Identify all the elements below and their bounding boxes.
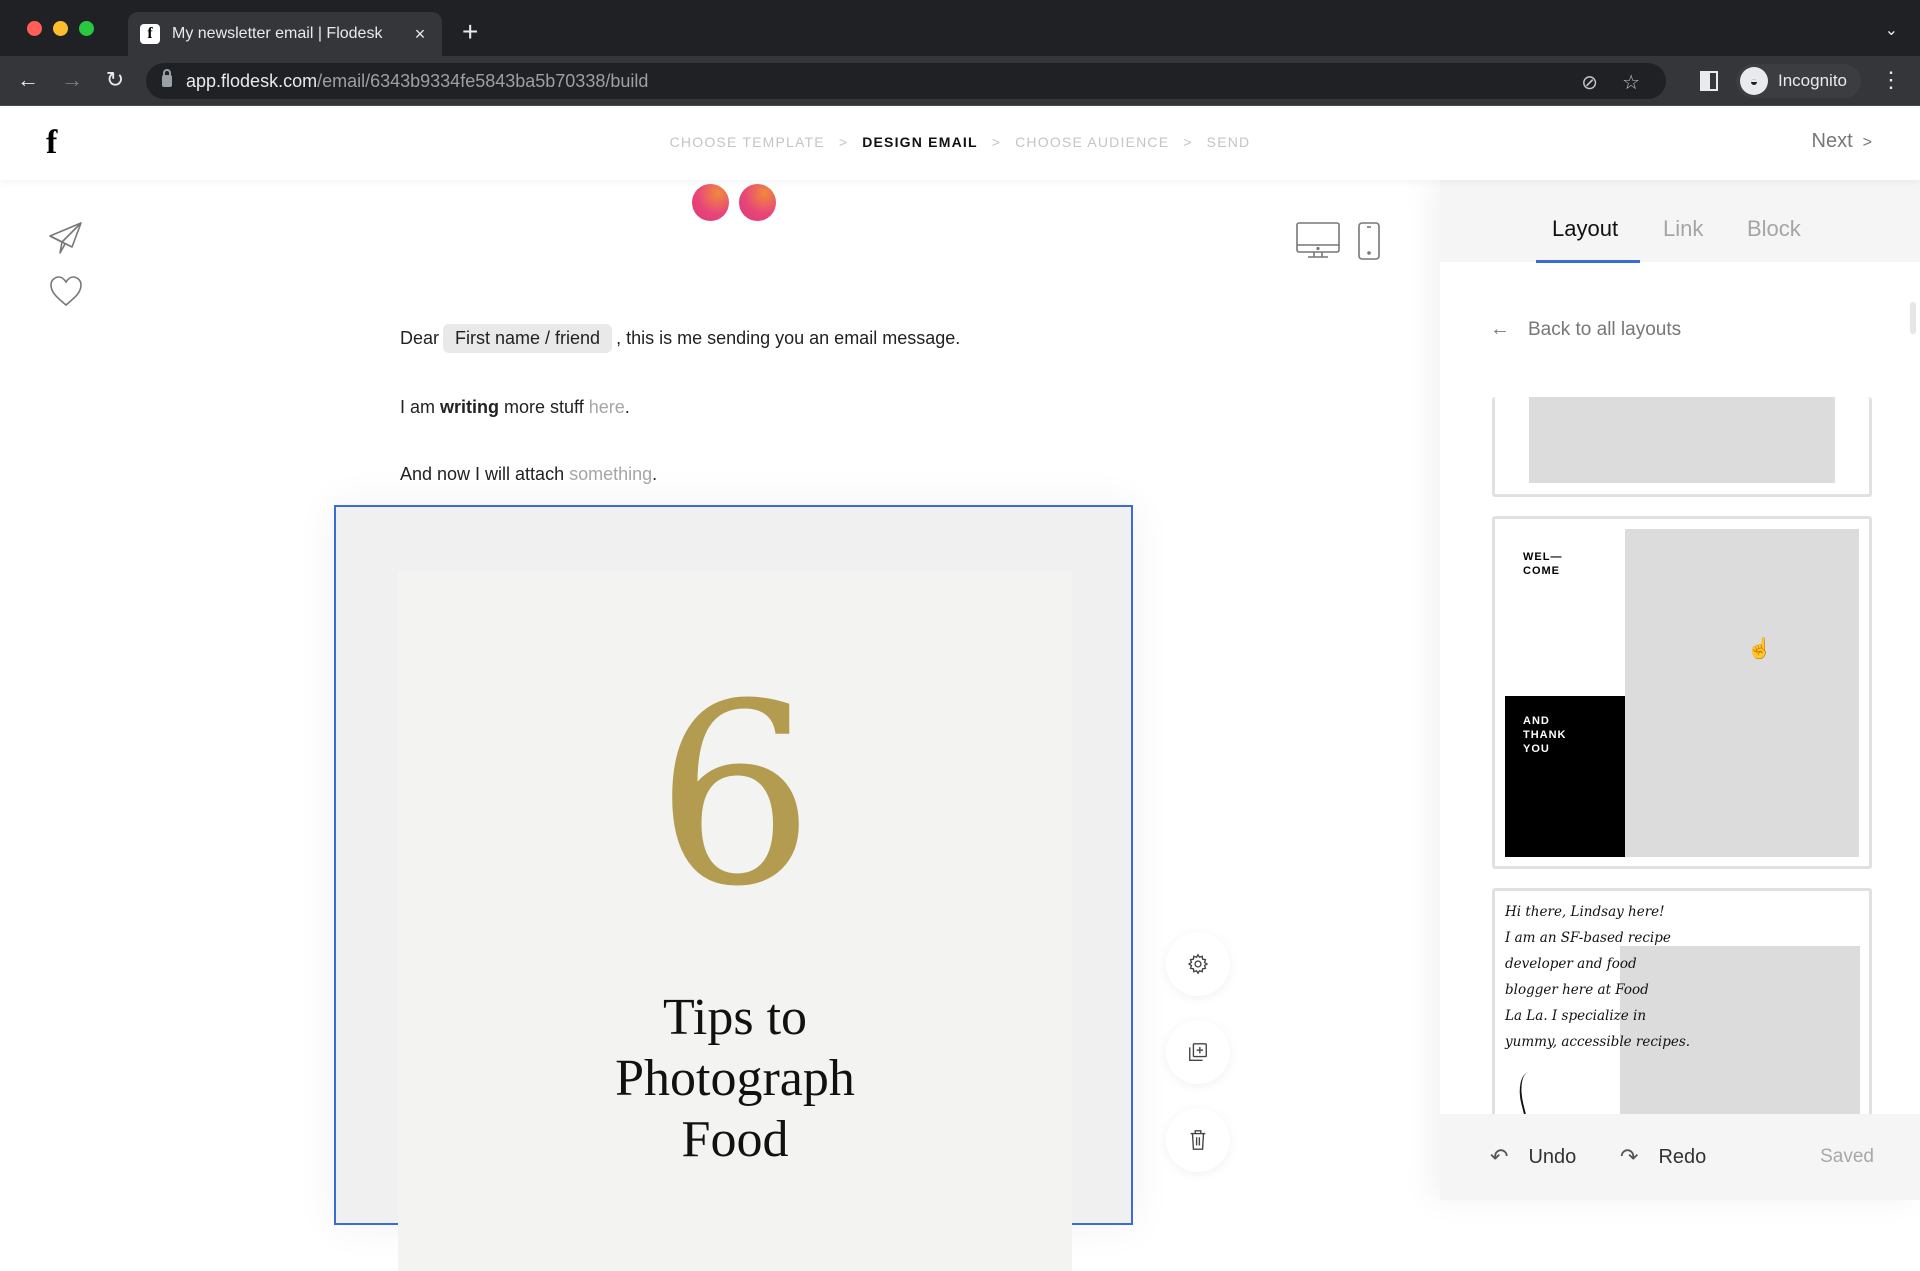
back-to-all-layouts-link[interactable]: ← Back to all layouts xyxy=(1490,318,1681,341)
undo-button[interactable]: ↶ Undo xyxy=(1490,1144,1576,1170)
line3-prefix: And now I will attach xyxy=(400,464,570,484)
incognito-label: Incognito xyxy=(1778,71,1847,90)
line2-prefix: I am xyxy=(400,397,441,417)
forward-button[interactable]: → xyxy=(58,66,86,94)
browser-menu-icon[interactable]: ⋮ xyxy=(1880,66,1902,94)
url-host: app.flodesk.com xyxy=(186,70,318,91)
headline-line: Tips to xyxy=(662,989,808,1046)
delete-block-button[interactable] xyxy=(1166,1108,1230,1172)
flodesk-favicon-icon: f xyxy=(140,24,160,44)
side-panel-icon[interactable] xyxy=(1700,71,1718,91)
step-send[interactable]: SEND xyxy=(1207,134,1251,150)
panel-footer: ↶ Undo ↷ Redo Saved xyxy=(1440,1114,1920,1200)
first-name-merge-tag[interactable]: First name / friend xyxy=(443,324,613,353)
brand-dot-right xyxy=(739,184,776,221)
incognito-profile-button[interactable]: ◒ Incognito xyxy=(1736,64,1861,98)
tab-link[interactable]: Link xyxy=(1663,216,1703,242)
layout-inner-card: 6 Tips to Photograph Food xyxy=(398,571,1072,1271)
undo-label: Undo xyxy=(1528,1145,1577,1168)
chevron-right-icon: > xyxy=(1862,134,1872,151)
browser-tab[interactable]: f My newsletter email | Flodesk × xyxy=(128,12,442,56)
tab-layout[interactable]: Layout xyxy=(1552,216,1618,242)
step-design-email[interactable]: DESIGN EMAIL xyxy=(862,134,978,150)
address-bar[interactable]: app.flodesk.com/email/6343b9334fe5843ba5… xyxy=(146,63,1666,99)
close-tab-icon[interactable]: × xyxy=(410,24,430,45)
reload-button[interactable]: ↻ xyxy=(101,66,129,94)
block-headline[interactable]: Tips to Photograph Food xyxy=(398,987,1072,1170)
step-separator: > xyxy=(1183,134,1193,150)
line2-suffix: . xyxy=(624,397,630,417)
redo-icon: ↷ xyxy=(1620,1144,1639,1169)
duplicate-icon xyxy=(1189,1043,1207,1061)
brand-mark xyxy=(692,184,776,221)
greeting-prefix: Dear xyxy=(400,328,440,348)
headline-line: Food xyxy=(681,1111,789,1168)
layout-option-card[interactable] xyxy=(1492,397,1872,497)
image-placeholder xyxy=(1625,529,1859,857)
email-line-writing[interactable]: I am writing more stuff here. xyxy=(400,397,630,418)
desktop-view-button[interactable] xyxy=(1296,222,1340,265)
browser-toolbar: ← → ↻ app.flodesk.com/email/6343b9334fe5… xyxy=(0,56,1920,106)
url-path: /email/6343b9334fe5843ba5b70338/build xyxy=(317,70,649,91)
new-tab-button[interactable]: + xyxy=(462,17,478,47)
mobile-view-button[interactable] xyxy=(1358,222,1380,265)
welcome-label: WEL— COME xyxy=(1523,551,1563,577)
active-tab-indicator xyxy=(1536,260,1640,263)
back-button[interactable]: ← xyxy=(14,66,42,94)
undo-icon: ↶ xyxy=(1490,1144,1509,1169)
hand-cursor-icon: ☝ xyxy=(1747,638,1772,660)
app-header: f CHOOSE TEMPLATE > DESIGN EMAIL > CHOOSE AU… xyxy=(0,106,1920,180)
tip-count-number: 6 xyxy=(655,650,815,941)
step-choose-audience[interactable]: CHOOSE AUDIENCE xyxy=(1015,134,1169,150)
panel-tabs: Layout Link Block xyxy=(1440,180,1920,263)
duplicate-block-button[interactable] xyxy=(1166,1020,1230,1084)
tab-block[interactable]: Block xyxy=(1747,216,1801,242)
bookmark-star-icon[interactable]: ☆ xyxy=(1622,70,1640,95)
panel-scrollbar[interactable] xyxy=(1910,302,1916,334)
brand-dot-left xyxy=(692,184,729,221)
heart-icon[interactable] xyxy=(48,274,84,310)
handwritten-intro-text: Hi there, Lindsay here! I am an SF-based… xyxy=(1505,904,1691,1050)
tab-list-chevron-icon[interactable]: ⌄ xyxy=(1885,20,1898,40)
line2-middle: more stuff xyxy=(499,397,589,417)
thank-you-label: AND THANK YOU xyxy=(1523,715,1567,755)
layout-panel: Layout Link Block ← Back to all layouts … xyxy=(1440,180,1920,1200)
incognito-icon: ◒ xyxy=(1740,67,1768,95)
line2-bold: writing xyxy=(440,397,500,417)
step-breadcrumb: CHOOSE TEMPLATE > DESIGN EMAIL > CHOOSE AUDI… xyxy=(0,134,1920,150)
lock-icon[interactable] xyxy=(162,69,172,87)
greeting-suffix: , this is me sending you an email messag… xyxy=(616,328,961,348)
trash-icon xyxy=(1190,1130,1206,1150)
eye-off-icon[interactable]: ⊘ xyxy=(1581,70,1598,95)
block-settings-button[interactable] xyxy=(1166,932,1230,996)
save-status: Saved xyxy=(1820,1146,1874,1167)
email-line-greeting[interactable]: Dear First name / friend, this is me send… xyxy=(400,324,960,353)
gear-icon xyxy=(1187,953,1209,975)
step-separator: > xyxy=(838,134,849,150)
something-link[interactable]: something xyxy=(569,464,652,484)
minimize-window-button[interactable] xyxy=(53,21,68,36)
layout-option-card-welcome[interactable]: WEL— COME AND THANK YOU ☝ xyxy=(1492,516,1872,869)
browser-titlebar: f My newsletter email | Flodesk × + ⌄ xyxy=(0,0,1920,56)
step-separator: > xyxy=(991,134,1002,150)
email-line-attach[interactable]: And now I will attach something. xyxy=(400,464,657,485)
next-label: Next xyxy=(1811,130,1853,152)
arrow-left-icon: ← xyxy=(1490,318,1510,340)
next-button[interactable]: Next > xyxy=(1812,130,1872,153)
layout-option-card-handwritten[interactable]: Hi there, Lindsay here! I am an SF-based… xyxy=(1492,888,1872,1128)
paper-plane-icon[interactable] xyxy=(48,220,84,256)
redo-button[interactable]: ↷ Redo xyxy=(1620,1144,1706,1170)
headline-line: Photograph xyxy=(615,1050,855,1107)
image-placeholder xyxy=(1529,397,1835,483)
here-link[interactable]: here xyxy=(589,397,625,417)
step-choose-template[interactable]: CHOOSE TEMPLATE xyxy=(670,134,825,150)
close-window-button[interactable] xyxy=(27,21,42,36)
back-link-label: Back to all layouts xyxy=(1528,318,1682,340)
maximize-window-button[interactable] xyxy=(79,21,94,36)
redo-label: Redo xyxy=(1658,1145,1707,1168)
line3-suffix: . xyxy=(652,464,658,484)
selected-layout-block[interactable]: 6 Tips to Photograph Food xyxy=(334,505,1133,1271)
tab-title: My newsletter email | Flodesk xyxy=(172,25,383,42)
